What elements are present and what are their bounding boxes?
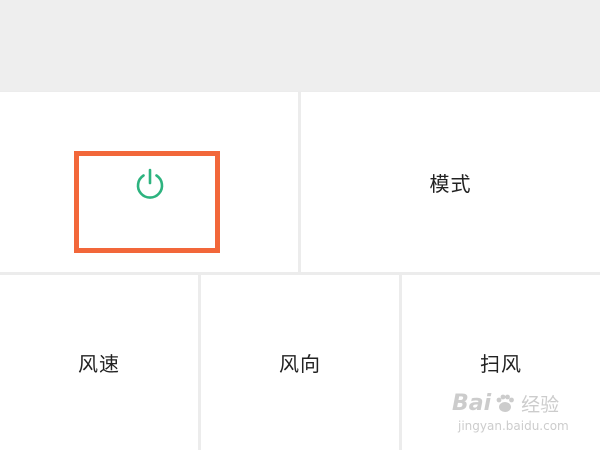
fan-speed-label: 风速 (78, 352, 120, 376)
power-icon (136, 168, 164, 199)
paw-icon (496, 394, 515, 412)
watermark-suffix: 经验 (521, 394, 560, 416)
remote-control-screen: 模式 风速 风向 扫风 Bai 经验 jingyan.baidu.com (0, 0, 600, 450)
fan-speed-button[interactable]: 风速 (0, 275, 198, 450)
wind-direction-button[interactable]: 风向 (201, 275, 399, 450)
watermark-url: jingyan.baidu.com (458, 419, 569, 433)
watermark-brand: Bai (452, 391, 492, 416)
power-button[interactable] (0, 92, 298, 272)
top-area (0, 0, 600, 91)
wind-direction-label: 风向 (279, 352, 321, 376)
mode-button[interactable]: 模式 (301, 92, 600, 272)
swing-label: 扫风 (480, 352, 522, 376)
mode-label: 模式 (429, 171, 472, 196)
baidu-jingyan-watermark: Bai 经验 jingyan.baidu.com (452, 390, 592, 440)
